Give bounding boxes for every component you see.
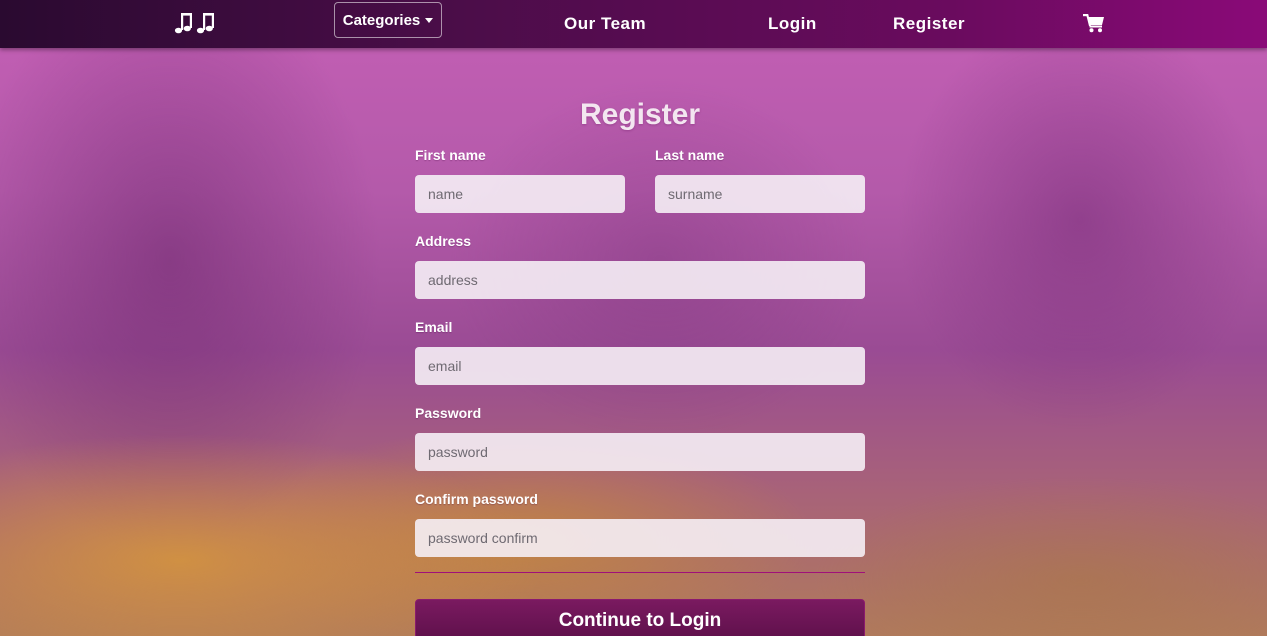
categories-label: Categories — [342, 11, 421, 29]
password-input[interactable] — [415, 433, 865, 471]
shopping-cart-icon[interactable] — [1083, 13, 1105, 33]
first-name-label: First name — [415, 147, 486, 163]
address-input[interactable] — [415, 261, 865, 299]
nav-link-login[interactable]: Login — [768, 14, 817, 34]
last-name-label: Last name — [655, 147, 725, 163]
page-title: Register — [579, 98, 701, 131]
last-name-input[interactable] — [655, 175, 865, 213]
nav-link-our-team[interactable]: Our Team — [564, 14, 646, 34]
confirm-password-label: Confirm password — [415, 491, 538, 507]
email-input[interactable] — [415, 347, 865, 385]
caret-down-icon — [425, 17, 434, 23]
confirm-password-input[interactable] — [415, 519, 865, 557]
categories-dropdown[interactable]: Categories — [334, 2, 442, 38]
email-label: Email — [415, 319, 453, 335]
music-notes-icon[interactable] — [173, 10, 215, 36]
nav-link-register[interactable]: Register — [893, 14, 965, 34]
continue-to-login-button[interactable]: Continue to Login — [415, 599, 865, 636]
first-name-input[interactable] — [415, 175, 625, 213]
form-divider — [415, 572, 865, 573]
navbar: Categories Our Team Login Register — [0, 0, 1267, 48]
address-label: Address — [415, 233, 472, 249]
password-label: Password — [415, 405, 482, 421]
